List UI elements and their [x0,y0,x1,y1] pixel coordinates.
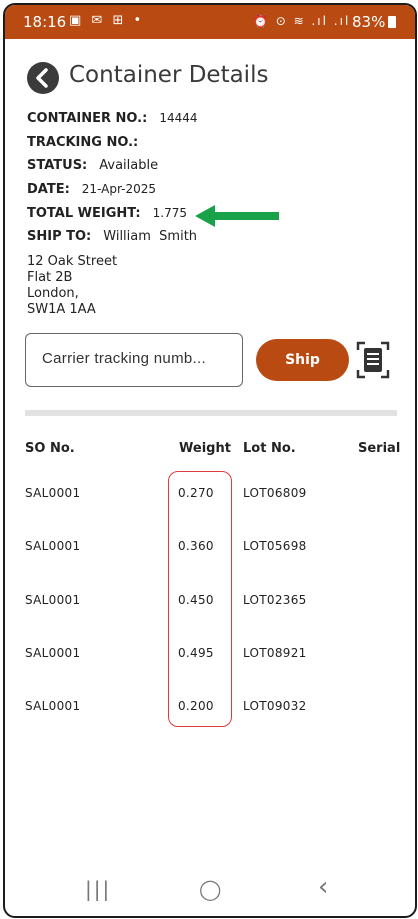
total-weight-row: TOTAL WEIGHT: 1.775 [27,206,187,221]
system-nav-bar: ||| ◯ ‹ [5,871,415,911]
status-row: STATUS: Available [27,158,158,173]
ship-to-label: SHIP TO: [27,229,92,244]
address-line: Flat 2B [27,270,73,285]
column-header-lot: Lot No. [243,441,296,456]
column-header-serial: Serial [358,441,401,456]
ship-to-row: SHIP TO: William Smith [27,229,197,244]
total-weight-label: TOTAL WEIGHT: [27,206,141,221]
date-value: 21-Apr-2025 [81,182,156,196]
so-cell: SAL0001 [25,486,81,500]
system-icons: ⏰ ⊙ ≋ .ıl .ıl [253,14,351,28]
lot-cell: LOT02365 [243,593,307,607]
date-label: DATE: [27,182,70,197]
so-cell: SAL0001 [25,646,81,660]
annotation-arrow-icon [195,205,279,227]
scan-button[interactable] [356,341,390,379]
tracking-no-row: TRACKING NO.: [27,135,150,150]
lot-cell: LOT08921 [243,646,307,660]
status-time: 18:16 [23,13,67,31]
chevron-left-icon [36,68,48,88]
lot-cell: LOT09032 [243,699,307,713]
so-cell: SAL0001 [25,699,81,713]
column-header-so: SO No. [25,441,75,456]
container-no-label: CONTAINER NO.: [27,111,148,126]
back-button[interactable] [27,62,59,94]
phone-screen: 18:16 ▣ ✉ ⊞ • ⏰ ⊙ ≋ .ıl .ıl 83% Containe… [3,3,417,918]
address-line: 12 Oak Street [27,254,118,269]
total-weight-value: 1.775 [152,206,187,220]
status-label: STATUS: [27,158,88,173]
home-button[interactable]: ◯ [199,877,221,901]
ship-address: 12 Oak Street Flat 2B London, SW1A 1AA [27,254,117,318]
container-no-value: 14444 [159,111,198,125]
lot-cell: LOT06809 [243,486,307,500]
status-value: Available [99,158,159,173]
column-header-weight: Weight [179,441,231,456]
ship-button[interactable]: Ship [256,339,349,381]
notification-icons: ▣ ✉ ⊞ • [69,13,145,28]
carrier-tracking-input[interactable]: Carrier tracking numb... [25,333,243,387]
recents-button[interactable]: ||| [85,877,111,901]
page-title: Container Details [69,62,269,88]
battery-percent: 83% [352,13,386,31]
container-no-row: CONTAINER NO.: 14444 [27,111,198,126]
battery-indicator: 83% [352,13,397,31]
back-nav-button[interactable]: ‹ [318,872,328,902]
annotation-highlight-box [168,471,232,727]
ship-to-value: William Smith [103,229,198,244]
battery-icon [388,16,397,28]
section-divider [25,410,397,416]
address-line: SW1A 1AA [27,302,96,317]
scan-icon [356,341,390,379]
tracking-no-label: TRACKING NO.: [27,135,139,150]
status-bar: 18:16 ▣ ✉ ⊞ • ⏰ ⊙ ≋ .ıl .ıl 83% [5,5,415,39]
address-line: London, [27,286,79,301]
so-cell: SAL0001 [25,539,81,553]
so-cell: SAL0001 [25,593,81,607]
date-row: DATE: 21-Apr-2025 [27,182,156,197]
lot-cell: LOT05698 [243,539,307,553]
